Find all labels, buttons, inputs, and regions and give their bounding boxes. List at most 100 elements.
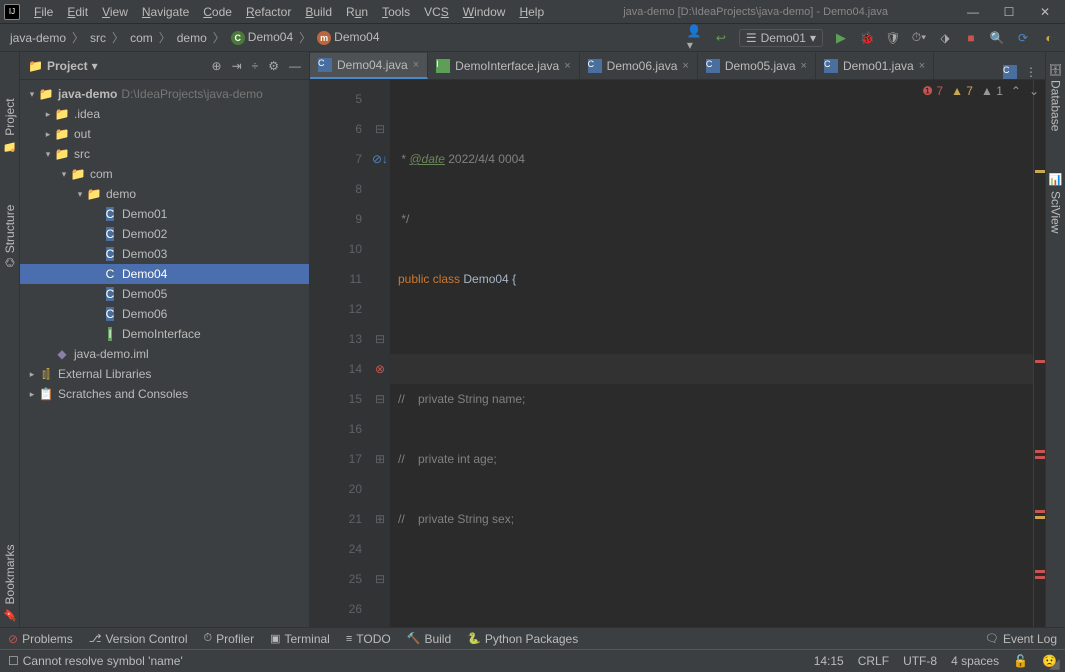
main-content: 📁 Project ⌬ Structure 🔖 Bookmarks 📁 Proj… — [0, 52, 1065, 627]
tree-iml[interactable]: ◆java-demo.iml — [20, 344, 309, 364]
maximize-button[interactable]: ☐ — [997, 5, 1021, 19]
tree-class[interactable]: CDemo02 — [20, 224, 309, 244]
breadcrumb-item[interactable]: mDemo04 — [315, 30, 381, 45]
tool-tab-bookmarks[interactable]: 🔖 Bookmarks — [1, 538, 19, 627]
search-icon[interactable]: 🔍 — [989, 30, 1005, 46]
tool-tab-project[interactable]: 📁 Project — [1, 92, 19, 159]
select-opened-icon[interactable]: ⊕ — [212, 59, 222, 73]
tree-folder-src[interactable]: ▾📁src — [20, 144, 309, 164]
tab-overflow[interactable]: C ⋮ — [995, 65, 1045, 79]
ide-settings-icon[interactable]: ◐ — [1041, 30, 1057, 46]
breadcrumb-item[interactable]: src — [88, 31, 108, 45]
tree-class[interactable]: CDemo01 — [20, 204, 309, 224]
btab-profiler[interactable]: ⏱ Profiler — [203, 632, 254, 646]
code-editor[interactable]: ❶ 7 ▲ 7 ▲ 1 ⌃⌄ 5678910111213141516172021… — [310, 80, 1045, 627]
hide-panel-icon[interactable]: — — [289, 59, 301, 73]
tree-class[interactable]: CDemo06 — [20, 304, 309, 324]
debug-button[interactable]: 🐞 — [859, 30, 875, 46]
close-tab-icon[interactable]: × — [682, 60, 688, 72]
tree-folder-out[interactable]: ▸📁out — [20, 124, 309, 144]
code-content[interactable]: * @date 2022/4/4 0004 */ public class De… — [390, 80, 1033, 627]
breadcrumb-item[interactable]: demo — [175, 31, 209, 45]
close-tab-icon[interactable]: × — [564, 60, 570, 72]
close-tab-icon[interactable]: × — [413, 59, 419, 71]
status-readonly-icon[interactable]: 🔓 — [1013, 654, 1028, 668]
left-tool-strip: 📁 Project ⌬ Structure 🔖 Bookmarks — [0, 52, 20, 627]
toolbar-right: 👤▾ ↩ ☰ Demo01 ▾ ▶ 🐞 🛡 ⏱▾ ⬗ ■ 🔍 ⟳ ◐ — [687, 29, 1057, 47]
tree-folder-com[interactable]: ▾📁com — [20, 164, 309, 184]
btab-todo[interactable]: ≡ TODO — [346, 632, 391, 646]
stop-button[interactable]: ■ — [963, 30, 979, 46]
error-stripe[interactable] — [1033, 80, 1045, 627]
project-view-selector[interactable]: 📁 Project ▾ — [28, 59, 212, 73]
menu-run[interactable]: Run — [340, 3, 374, 21]
status-eol[interactable]: CRLF — [858, 654, 889, 668]
tree-interface[interactable]: IDemoInterface — [20, 324, 309, 344]
coverage-button[interactable]: 🛡 — [885, 30, 901, 46]
close-button[interactable]: ✕ — [1033, 5, 1057, 19]
window-controls: — ☐ ✕ — [961, 5, 1057, 19]
expand-all-icon[interactable]: ⇥ — [232, 59, 242, 73]
editor-tab[interactable]: CDemo06.java× — [580, 53, 698, 79]
attach-button[interactable]: ⬗ — [937, 30, 953, 46]
btab-vcs[interactable]: ⎇ Version Control — [89, 632, 188, 646]
tree-folder-idea[interactable]: ▸📁.idea — [20, 104, 309, 124]
btab-terminal[interactable]: ▣ Terminal — [270, 632, 330, 646]
menu-edit[interactable]: Edit — [61, 3, 94, 21]
back-icon[interactable]: ↩ — [713, 30, 729, 46]
collapse-all-icon[interactable]: ÷ — [252, 59, 259, 73]
project-tree[interactable]: ▾📁java-demoD:\IdeaProjects\java-demo ▸📁.… — [20, 80, 309, 627]
run-config-selector[interactable]: ☰ Demo01 ▾ — [739, 29, 823, 47]
minimize-button[interactable]: — — [961, 5, 985, 19]
tool-tab-database[interactable]: 🗄 Database — [1047, 56, 1065, 137]
tree-root[interactable]: ▾📁java-demoD:\IdeaProjects\java-demo — [20, 84, 309, 104]
profile-button[interactable]: ⏱▾ — [911, 30, 927, 46]
settings-icon[interactable]: ⚙ — [268, 59, 279, 73]
tree-folder-demo[interactable]: ▾📁demo — [20, 184, 309, 204]
menu-help[interactable]: Help — [513, 3, 550, 21]
close-tab-icon[interactable]: × — [801, 60, 807, 72]
menu-tools[interactable]: Tools — [376, 3, 416, 21]
close-tab-icon[interactable]: × — [919, 60, 925, 72]
breadcrumb-item[interactable]: CDemo04 — [229, 30, 295, 45]
editor-tab-active[interactable]: CDemo04.java× — [310, 53, 428, 79]
add-user-icon[interactable]: 👤▾ — [687, 30, 703, 46]
breadcrumb-item[interactable]: com — [128, 31, 155, 45]
btab-python[interactable]: 🐍 Python Packages — [467, 632, 578, 646]
idea-logo-icon: IJ — [4, 4, 20, 20]
editor-area: CDemo04.java× IDemoInterface.java× CDemo… — [310, 52, 1045, 627]
btab-eventlog[interactable]: 🗨 Event Log — [985, 632, 1057, 646]
editor-tab[interactable]: CDemo01.java× — [816, 53, 934, 79]
tree-class-selected[interactable]: CDemo04 — [20, 264, 309, 284]
menu-build[interactable]: Build — [299, 3, 338, 21]
menu-file[interactable]: File — [28, 3, 59, 21]
tool-tab-sciview[interactable]: 📊 SciView — [1047, 167, 1065, 239]
project-panel-header: 📁 Project ▾ ⊕ ⇥ ÷ ⚙ — — [20, 52, 309, 80]
sync-icon[interactable]: ⟳ — [1015, 30, 1031, 46]
gutter-icons[interactable]: ⊟⊘↓ ⊟⊗⊟ ⊞ ⊞ ⊟ — [370, 80, 390, 627]
run-button[interactable]: ▶ — [833, 30, 849, 46]
menu-vcs[interactable]: VCS — [418, 3, 455, 21]
status-time[interactable]: 14:15 — [814, 654, 844, 668]
menu-refactor[interactable]: Refactor — [240, 3, 297, 21]
resize-handle-icon[interactable]: ◢ — [1049, 655, 1065, 671]
line-number-gutter[interactable]: 5678910111213141516172021242526 — [310, 80, 370, 627]
btab-build[interactable]: 🔨 Build — [407, 632, 451, 646]
menu-navigate[interactable]: Navigate — [136, 3, 195, 21]
tree-class[interactable]: CDemo03 — [20, 244, 309, 264]
menu-code[interactable]: Code — [197, 3, 238, 21]
editor-tab[interactable]: IDemoInterface.java× — [428, 53, 580, 79]
status-message[interactable]: ☐ Cannot resolve symbol 'name' — [8, 654, 814, 668]
tree-class[interactable]: CDemo05 — [20, 284, 309, 304]
editor-tab[interactable]: CDemo05.java× — [698, 53, 816, 79]
tool-tab-structure[interactable]: ⌬ Structure — [1, 199, 19, 273]
status-indent[interactable]: 4 spaces — [951, 654, 999, 668]
inspection-widget[interactable]: ❶ 7 ▲ 7 ▲ 1 ⌃⌄ — [922, 84, 1039, 98]
breadcrumb-item[interactable]: java-demo — [8, 31, 68, 45]
menu-view[interactable]: View — [96, 3, 134, 21]
tree-external-libs[interactable]: ▸⫾⫿External Libraries — [20, 364, 309, 384]
menu-window[interactable]: Window — [457, 3, 512, 21]
tree-scratches[interactable]: ▸📋Scratches and Consoles — [20, 384, 309, 404]
status-encoding[interactable]: UTF-8 — [903, 654, 937, 668]
btab-problems[interactable]: ⊘Problems — [8, 632, 73, 646]
